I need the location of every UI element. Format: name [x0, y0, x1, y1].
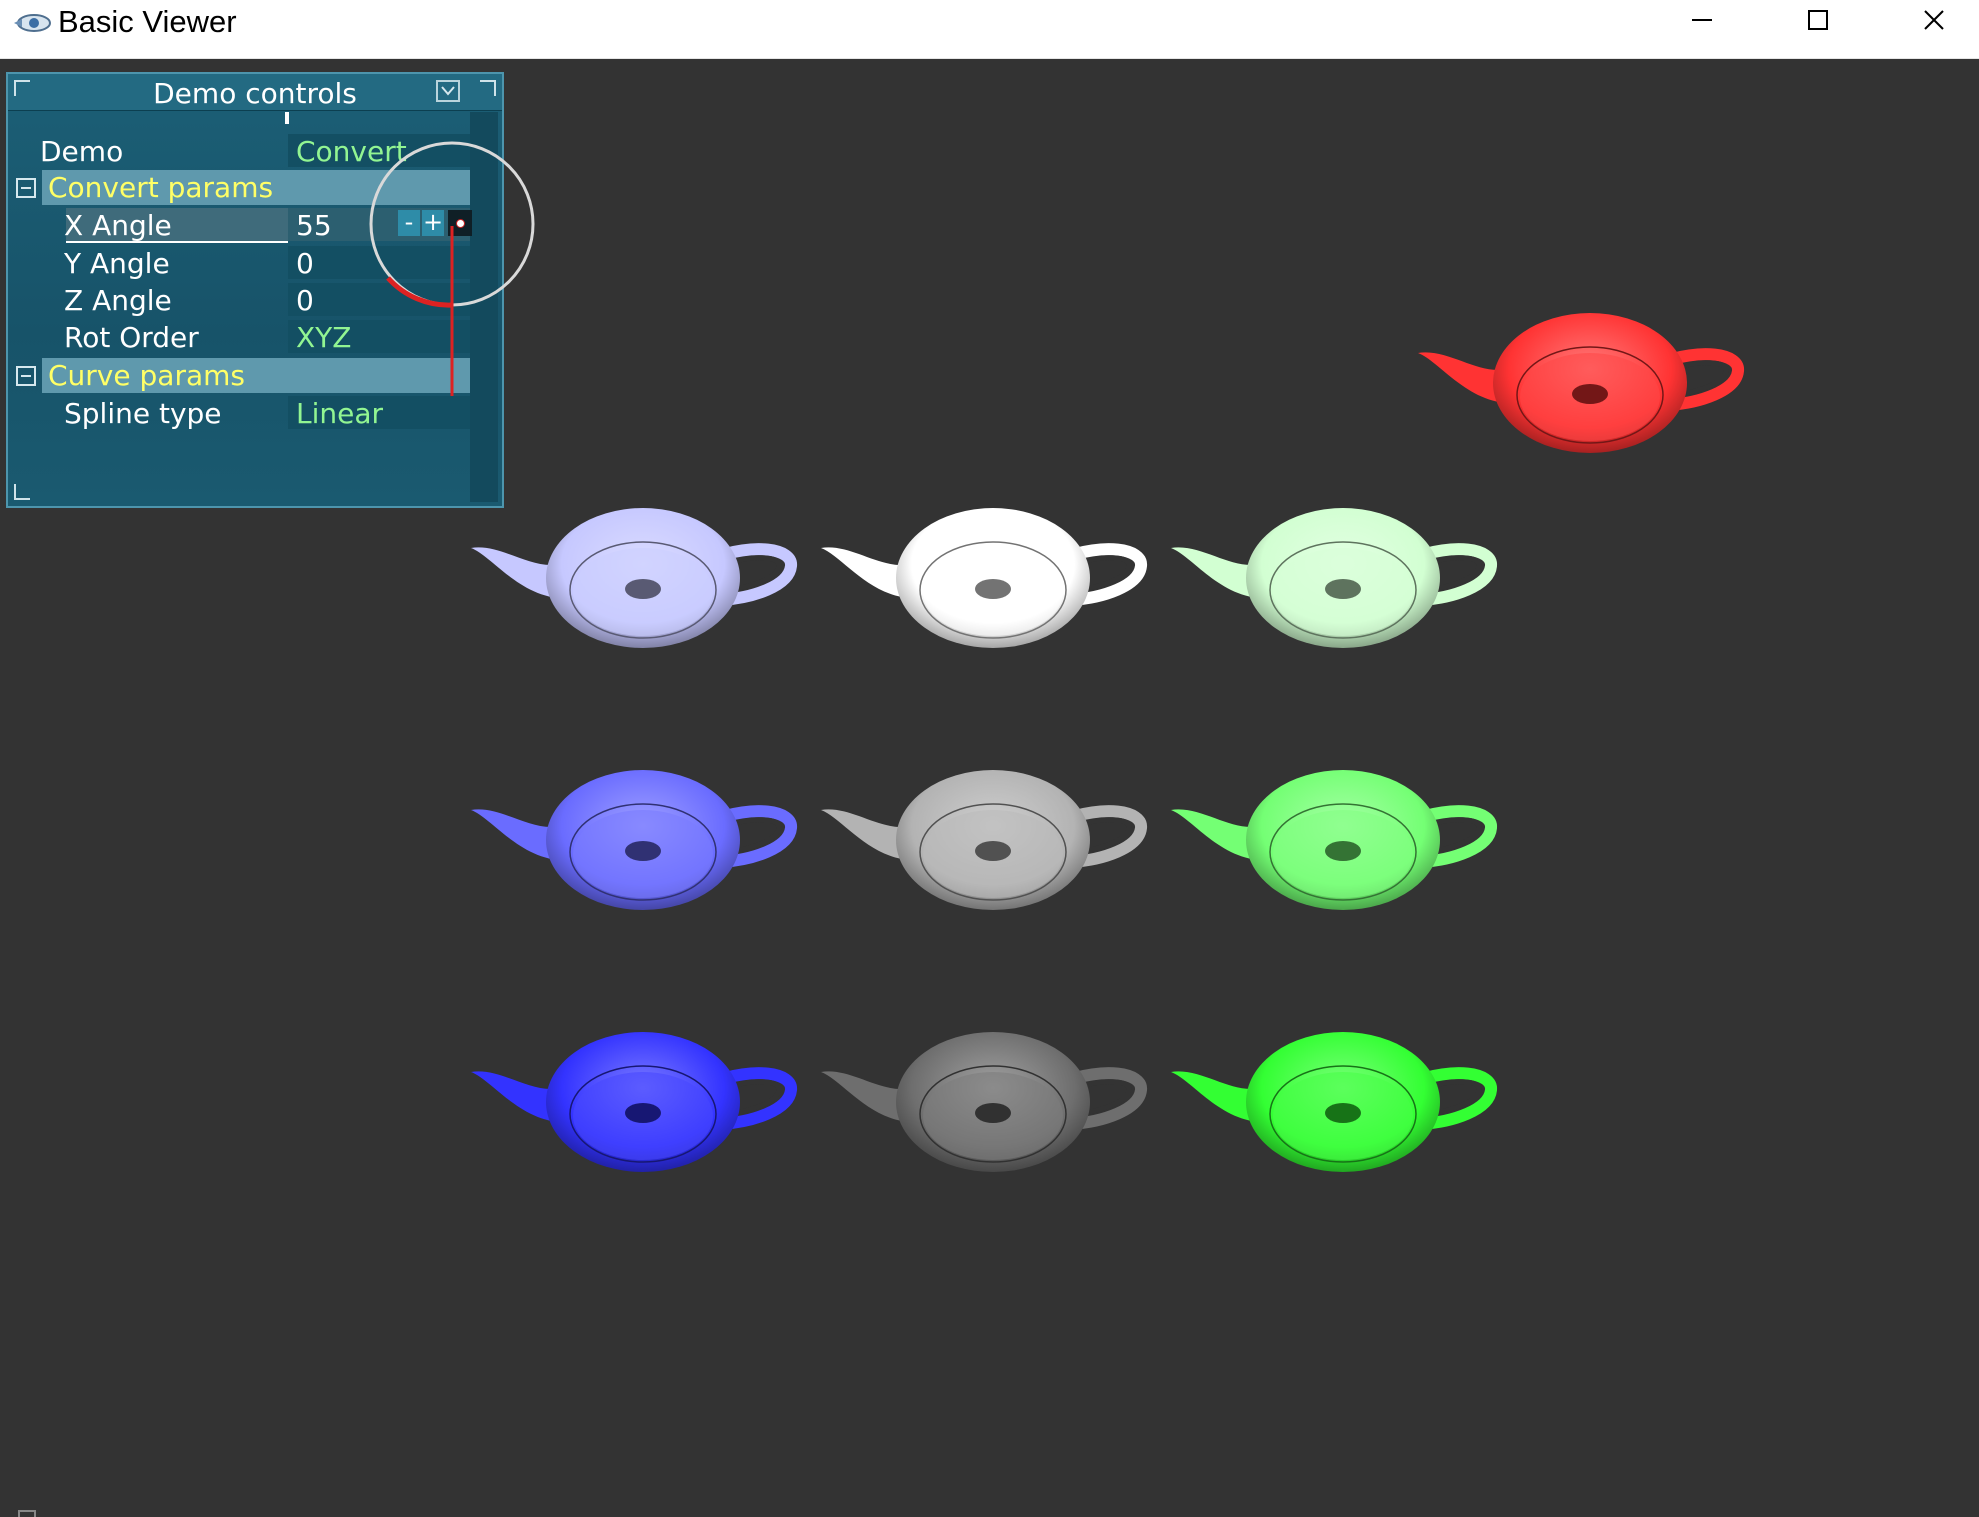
- panel-scrollbar[interactable]: [470, 112, 498, 502]
- eye-app-icon: [14, 14, 51, 32]
- close-button[interactable]: [1876, 0, 1979, 40]
- param-label: Y Angle: [64, 247, 170, 280]
- reference-teapot: [1418, 313, 1744, 453]
- param-row-y-angle[interactable]: Y Angle 0: [8, 246, 470, 281]
- close-icon: [1924, 10, 1944, 30]
- param-row-z-angle[interactable]: Z Angle 0: [8, 283, 470, 318]
- status-handle: [18, 1510, 36, 1517]
- collapse-icon[interactable]: [16, 178, 36, 198]
- param-label: Rot Order: [64, 321, 199, 354]
- param-row-spline-type[interactable]: Spline type Linear: [8, 396, 470, 431]
- teapot: [471, 770, 797, 910]
- maximize-icon: [1808, 10, 1828, 30]
- param-value-demo[interactable]: Convert: [288, 134, 470, 168]
- demo-controls-panel[interactable]: Demo controls Demo Convert Convert param…: [6, 72, 504, 508]
- increment-button[interactable]: +: [422, 210, 444, 236]
- panel-title: Demo controls: [153, 77, 357, 110]
- param-value-y-angle[interactable]: 0: [288, 246, 470, 280]
- teapot: [821, 770, 1147, 910]
- teapot: [471, 508, 797, 648]
- chevron-down-box-icon[interactable]: [436, 80, 460, 102]
- maximize-button[interactable]: [1760, 0, 1876, 40]
- resize-corner-top-right[interactable]: [480, 80, 496, 96]
- collapse-icon[interactable]: [16, 366, 36, 386]
- minimize-icon: [1692, 19, 1712, 21]
- param-row-rot-order[interactable]: Rot Order XYZ: [8, 320, 470, 355]
- window-title-bar: Basic Viewer: [0, 0, 1979, 59]
- teapot: [821, 1032, 1147, 1172]
- param-row-demo[interactable]: Demo Convert: [8, 134, 470, 169]
- teapot: [821, 508, 1147, 648]
- teapot: [471, 1032, 797, 1172]
- param-value-spline-type[interactable]: Linear: [288, 396, 470, 430]
- teapot: [1171, 508, 1497, 648]
- panel-title-bar[interactable]: Demo controls: [8, 74, 502, 111]
- param-value-rot-order[interactable]: XYZ: [288, 320, 470, 354]
- decrement-button[interactable]: -: [398, 210, 420, 236]
- rotation-dial-icon[interactable]: [448, 210, 472, 236]
- param-label: Demo: [40, 135, 124, 168]
- param-label: Z Angle: [64, 284, 172, 317]
- teapot: [1171, 1032, 1497, 1172]
- param-value-z-angle[interactable]: 0: [288, 283, 470, 317]
- param-label: X Angle: [64, 209, 172, 242]
- param-label: Spline type: [64, 397, 222, 430]
- window-title: Basic Viewer: [58, 4, 237, 39]
- teapot: [1171, 770, 1497, 910]
- resize-corner-top-left[interactable]: [14, 80, 30, 96]
- group-header-convert-params[interactable]: Convert params: [42, 170, 470, 205]
- resize-corner-bottom-left[interactable]: [14, 484, 30, 500]
- minimize-button[interactable]: [1644, 0, 1760, 40]
- column-separator-handle[interactable]: [285, 112, 289, 124]
- group-header-curve-params[interactable]: Curve params: [42, 358, 470, 393]
